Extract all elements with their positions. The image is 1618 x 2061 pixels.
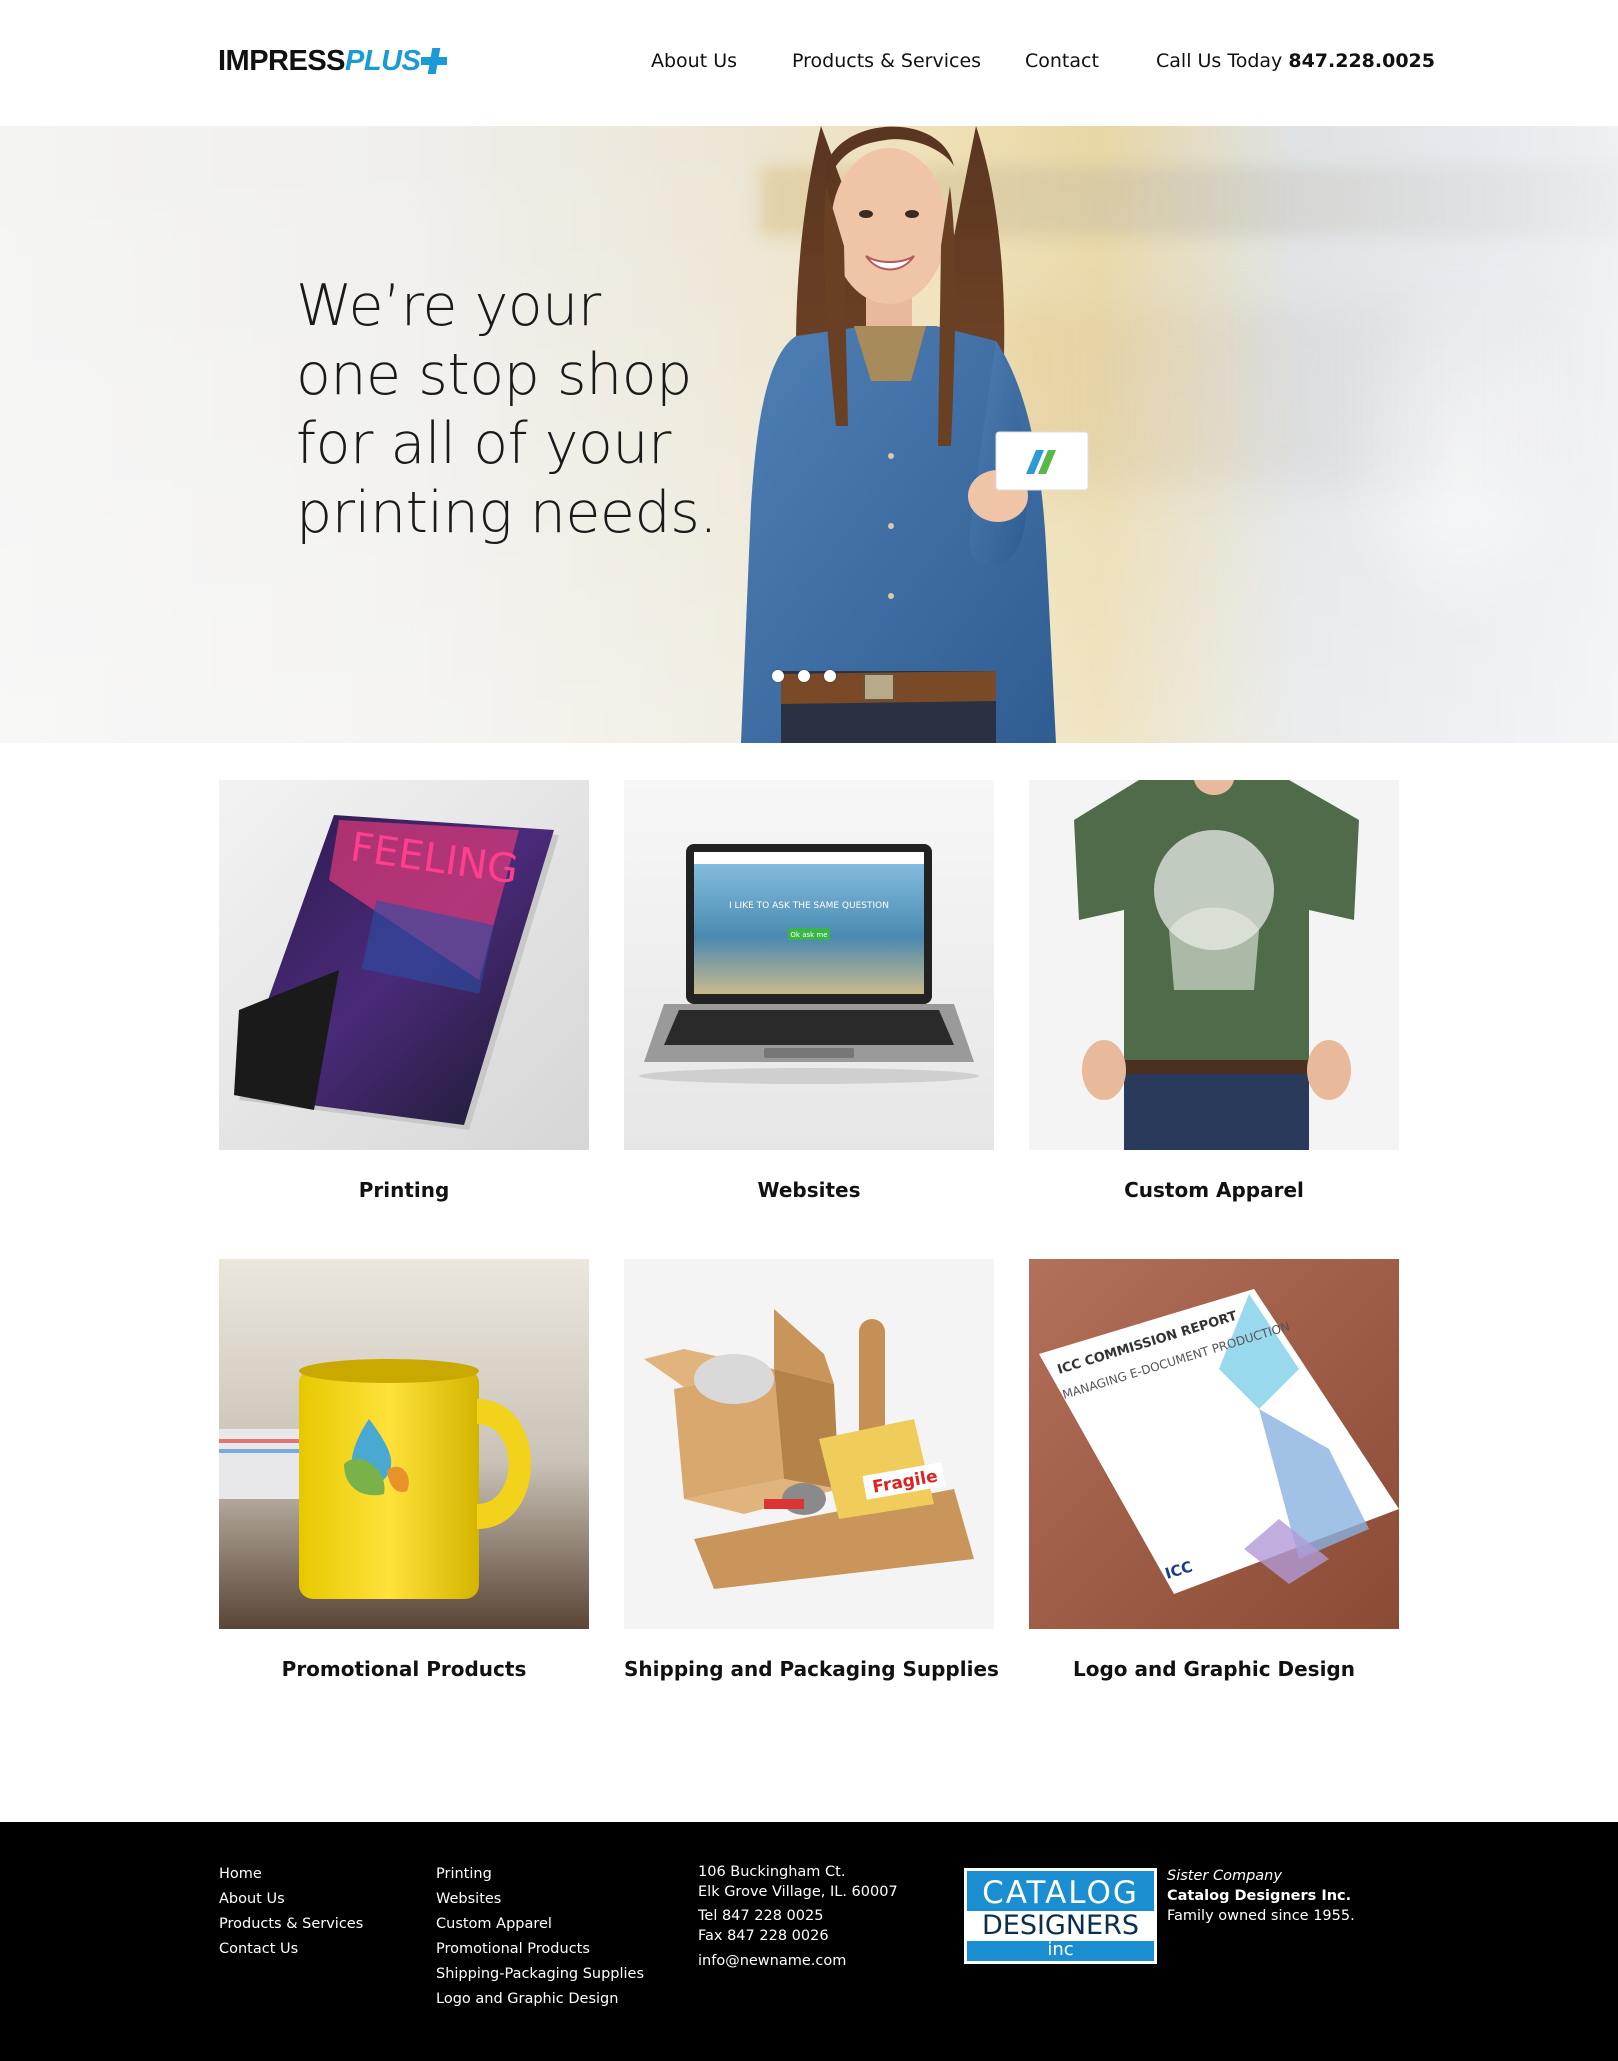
service-tile-promotional-products[interactable] bbox=[219, 1259, 589, 1629]
service-label-printing[interactable]: Printing bbox=[219, 1178, 589, 1202]
box-icon: Fragile bbox=[624, 1259, 994, 1629]
footer-tel: Tel 847 228 0025 bbox=[698, 1908, 824, 1924]
service-label-websites[interactable]: Websites bbox=[624, 1178, 994, 1202]
service-label-shipping-packaging[interactable]: Shipping and Packaging Supplies bbox=[624, 1657, 999, 1681]
sister-company-label: Sister Company bbox=[1167, 1868, 1282, 1884]
phone-number: 847.228.0025 bbox=[1288, 50, 1435, 72]
laptop-screen-button: Ok ask me bbox=[790, 931, 827, 939]
nav-about-us[interactable]: About Us bbox=[651, 50, 737, 72]
brochure-icon: ICC COMMISSION REPORT MANAGING E-DOCUMEN… bbox=[1029, 1259, 1399, 1629]
footer-contact-info: 106 Buckingham Ct. Elk Grove Village, IL… bbox=[698, 1862, 898, 1971]
nav-products-services[interactable]: Products & Services bbox=[792, 50, 981, 72]
service-label-custom-apparel[interactable]: Custom Apparel bbox=[1029, 1178, 1399, 1202]
woman-holding-card-image bbox=[741, 126, 1089, 743]
slider-dot-2[interactable] bbox=[798, 670, 810, 682]
hero-headline-line: one stop shop bbox=[296, 342, 692, 408]
footer-email-link[interactable]: info@newname.com bbox=[698, 1951, 898, 1971]
laptop-icon: I LIKE TO ASK THE SAME QUESTION Ok ask m… bbox=[639, 844, 979, 1084]
site-header: IMPRESS PLUS About Us Products & Service… bbox=[0, 0, 1618, 126]
hero-slider: We’re your one stop shop for all of your… bbox=[0, 126, 1618, 743]
service-tile-shipping-packaging[interactable]: Fragile bbox=[624, 1259, 994, 1629]
laptop-screen-headline: I LIKE TO ASK THE SAME QUESTION bbox=[729, 901, 889, 911]
footer-fax: Fax 847 228 0026 bbox=[698, 1928, 829, 1944]
service-tile-custom-apparel[interactable] bbox=[1029, 780, 1399, 1150]
slider-dot-3[interactable] bbox=[824, 670, 836, 682]
footer-link-about-us[interactable]: About Us bbox=[219, 1887, 363, 1912]
service-label-logo-graphic-design[interactable]: Logo and Graphic Design bbox=[1029, 1657, 1399, 1681]
mug-icon bbox=[219, 1259, 589, 1629]
footer-link-contact-us[interactable]: Contact Us bbox=[219, 1937, 363, 1962]
footer-address-line1: 106 Buckingham Ct. bbox=[698, 1864, 846, 1880]
hero-headline-line: printing needs. bbox=[296, 480, 717, 546]
catalog-logo-line1: CATALOG bbox=[982, 1875, 1139, 1911]
main-nav: About Us Products & Services Contact Cal… bbox=[0, 50, 1618, 80]
footer-service-links: Printing Websites Custom Apparel Promoti… bbox=[436, 1862, 644, 2012]
catalog-logo-line3: inc bbox=[1047, 1939, 1074, 1960]
footer-link-logo-graphic-design[interactable]: Logo and Graphic Design bbox=[436, 1987, 644, 2012]
magazine-icon: FEELING bbox=[219, 780, 589, 1150]
nav-contact[interactable]: Contact bbox=[1025, 50, 1099, 72]
footer-link-home[interactable]: Home bbox=[219, 1862, 363, 1887]
footer-link-shipping-packaging[interactable]: Shipping-Packaging Supplies bbox=[436, 1962, 644, 1987]
hero-headline-line: for all of your bbox=[296, 411, 671, 477]
hero-headline-line: We’re your bbox=[296, 273, 601, 339]
footer-nav-links: Home About Us Products & Services Contac… bbox=[219, 1862, 363, 1962]
sister-company-tagline: Family owned since 1955. bbox=[1167, 1908, 1355, 1924]
sister-company-info: Sister Company Catalog Designers Inc. Fa… bbox=[1167, 1866, 1355, 1926]
footer-link-promotional-products[interactable]: Promotional Products bbox=[436, 1937, 644, 1962]
hero-headline: We’re your one stop shop for all of your… bbox=[296, 272, 736, 548]
slider-dots bbox=[772, 670, 836, 682]
service-tile-logo-graphic-design[interactable]: ICC COMMISSION REPORT MANAGING E-DOCUMEN… bbox=[1029, 1259, 1399, 1629]
service-tile-printing[interactable]: FEELING bbox=[219, 780, 589, 1150]
footer-link-websites[interactable]: Websites bbox=[436, 1887, 644, 1912]
sister-company-name: Catalog Designers Inc. bbox=[1167, 1888, 1352, 1904]
site-footer: Home About Us Products & Services Contac… bbox=[0, 1822, 1618, 2061]
footer-link-products-services[interactable]: Products & Services bbox=[219, 1912, 363, 1937]
slider-dot-1[interactable] bbox=[772, 670, 784, 682]
service-tile-websites[interactable]: I LIKE TO ASK THE SAME QUESTION Ok ask m… bbox=[624, 780, 994, 1150]
footer-link-custom-apparel[interactable]: Custom Apparel bbox=[436, 1912, 644, 1937]
catalog-logo-line2: DESIGNERS bbox=[967, 1911, 1154, 1941]
catalog-designers-logo[interactable]: CATALOG DESIGNERS inc bbox=[964, 1868, 1157, 1964]
service-label-promotional-products[interactable]: Promotional Products bbox=[219, 1657, 589, 1681]
phone-prefix: Call Us Today bbox=[1156, 50, 1289, 72]
footer-link-printing[interactable]: Printing bbox=[436, 1862, 644, 1887]
tshirt-icon bbox=[1029, 780, 1399, 1150]
footer-address-line2: Elk Grove Village, IL. 60007 bbox=[698, 1884, 898, 1900]
nav-phone-link[interactable]: Call Us Today 847.228.0025 bbox=[1156, 50, 1435, 72]
